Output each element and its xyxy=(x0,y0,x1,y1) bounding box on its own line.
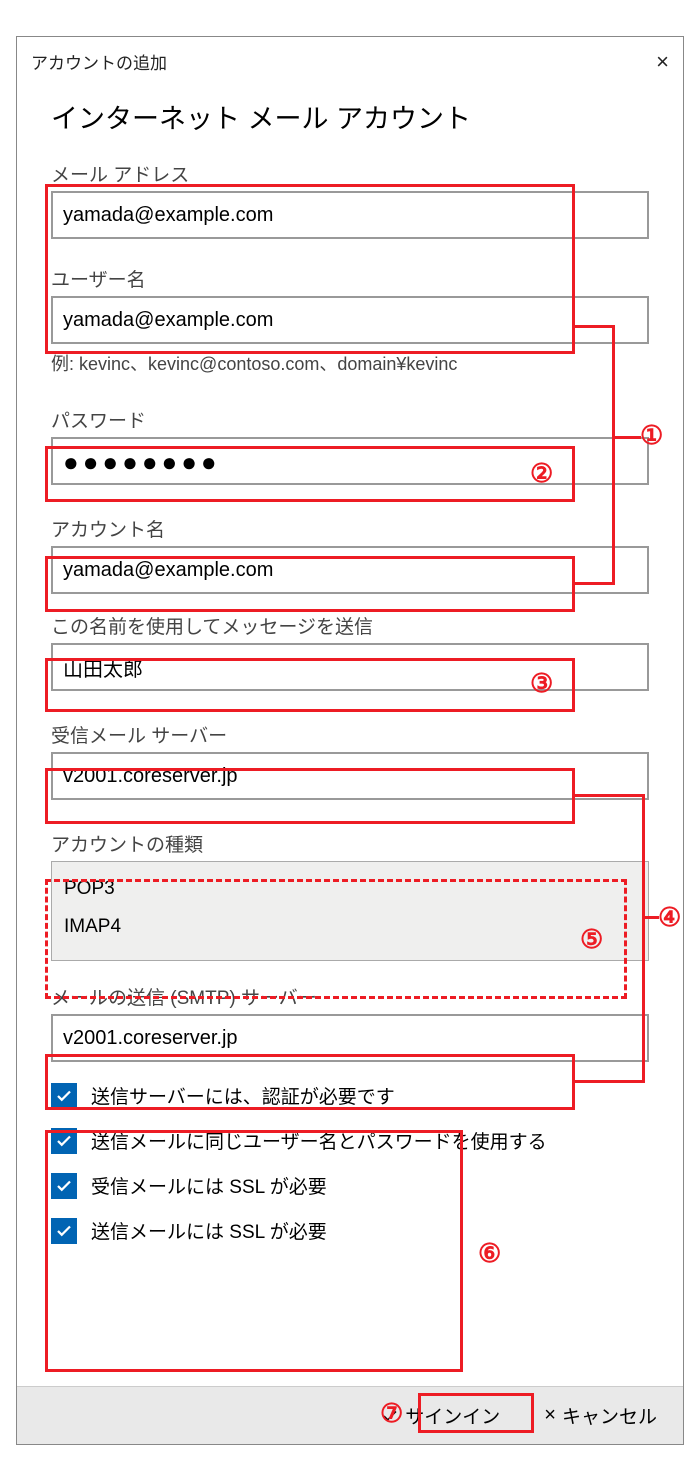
password-field[interactable]: ●●●●●●●● xyxy=(51,437,649,485)
account-name-label: アカウント名 xyxy=(51,515,649,542)
account-type-label: アカウントの種類 xyxy=(51,830,649,857)
incoming-label: 受信メール サーバー xyxy=(51,721,649,748)
smtp-field[interactable] xyxy=(51,1014,649,1062)
check-icon xyxy=(381,1407,399,1425)
signin-label: サインイン xyxy=(405,1402,500,1429)
display-name-label: この名前を使用してメッセージを送信 xyxy=(51,612,649,639)
email-field[interactable] xyxy=(51,191,649,239)
checkbox-icon xyxy=(51,1218,77,1244)
password-label: パスワード xyxy=(51,406,649,433)
checkbox-icon xyxy=(51,1173,77,1199)
check-label: 受信メールには SSL が必要 xyxy=(91,1172,327,1199)
dialog-footer: サインイン × キャンセル xyxy=(17,1386,683,1444)
account-name-field[interactable] xyxy=(51,546,649,594)
checkbox-icon xyxy=(51,1083,77,1109)
check-label: 送信サーバーには、認証が必要です xyxy=(91,1082,395,1109)
account-type-option-pop3[interactable]: POP3 xyxy=(64,870,636,908)
signin-button[interactable]: サインイン xyxy=(371,1398,510,1433)
incoming-field[interactable] xyxy=(51,752,649,800)
user-hint: 例: kevinc、kevinc@contoso.com、domain¥kevi… xyxy=(51,350,649,376)
check-same-credentials[interactable]: 送信メールに同じユーザー名とパスワードを使用する xyxy=(51,1127,649,1154)
display-name-field[interactable] xyxy=(51,643,649,691)
check-auth-required[interactable]: 送信サーバーには、認証が必要です xyxy=(51,1082,649,1109)
user-label: ユーザー名 xyxy=(51,265,649,292)
dialog-window: アカウントの追加 × インターネット メール アカウント メール アドレス ユー… xyxy=(16,36,684,1445)
checkbox-icon xyxy=(51,1128,77,1154)
page-title: インターネット メール アカウント xyxy=(51,97,649,136)
check-label: 送信メールに同じユーザー名とパスワードを使用する xyxy=(91,1127,547,1154)
smtp-label: メールの送信 (SMTP) サーバー xyxy=(51,983,649,1010)
dialog-title: アカウントの追加 xyxy=(31,49,167,74)
close-icon[interactable]: × xyxy=(656,51,669,73)
check-label: 送信メールには SSL が必要 xyxy=(91,1217,327,1244)
close-icon: × xyxy=(544,1404,556,1427)
check-outgoing-ssl[interactable]: 送信メールには SSL が必要 xyxy=(51,1217,649,1244)
email-label: メール アドレス xyxy=(51,160,649,187)
check-incoming-ssl[interactable]: 受信メールには SSL が必要 xyxy=(51,1172,649,1199)
account-type-option-imap4[interactable]: IMAP4 xyxy=(64,908,636,946)
cancel-label: キャンセル xyxy=(562,1402,657,1429)
user-field[interactable] xyxy=(51,296,649,344)
account-type-select[interactable]: POP3 IMAP4 xyxy=(51,861,649,961)
cancel-button[interactable]: × キャンセル xyxy=(534,1398,667,1433)
